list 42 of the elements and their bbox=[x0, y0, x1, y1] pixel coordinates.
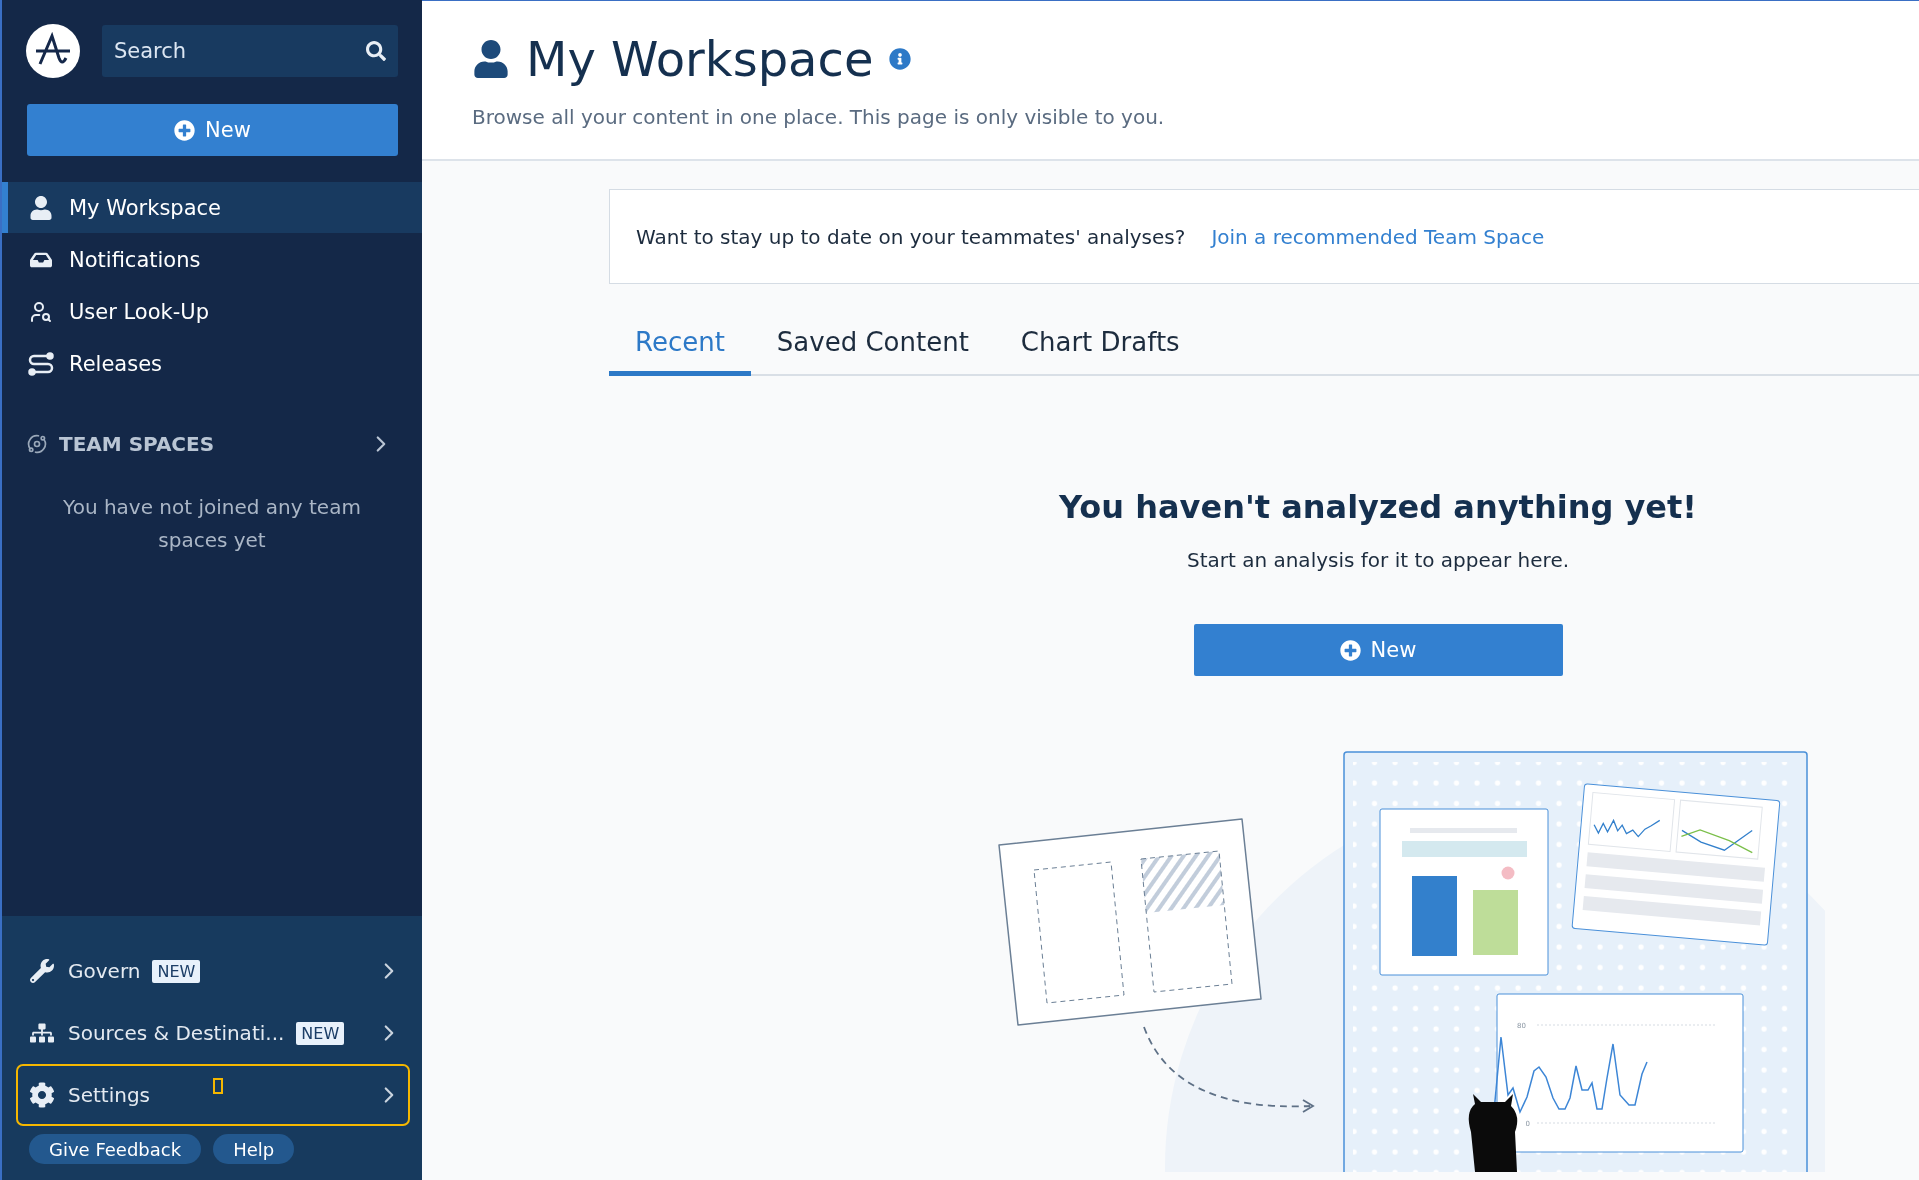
tab[interactable]: Saved Content bbox=[750, 327, 995, 376]
info-icon[interactable] bbox=[889, 48, 912, 70]
sidebar-item[interactable]: Govern NEW bbox=[16, 940, 410, 1002]
banner-link[interactable]: Join a recommended Team Space bbox=[1211, 224, 1545, 249]
route-icon bbox=[28, 351, 54, 376]
user-search-icon bbox=[29, 299, 53, 324]
footer-button[interactable]: Help bbox=[213, 1134, 295, 1164]
new-badge: NEW bbox=[296, 1021, 345, 1045]
section-title: TEAM SPACES bbox=[59, 432, 216, 456]
plus-icon bbox=[174, 119, 196, 141]
empty-text: Start an analysis for it to appear here. bbox=[1186, 548, 1570, 572]
item-label: Sources & Destinati... bbox=[68, 1021, 285, 1045]
sidebar-item[interactable]: Releases bbox=[2, 338, 422, 389]
banner-text: Want to stay up to date on your teammates' analyses? bbox=[636, 224, 1186, 249]
search-field[interactable]: Search bbox=[102, 25, 398, 77]
sitemap-icon bbox=[30, 1021, 54, 1045]
logo-icon[interactable] bbox=[26, 24, 80, 78]
team-spaces-icon bbox=[27, 434, 47, 454]
sidebar-item[interactable]: My Workspace bbox=[2, 182, 422, 233]
sidebar-item[interactable]: User Look-Up bbox=[2, 286, 422, 337]
page-subtitle: Browse all your content in one place. This page is only visible to you. bbox=[472, 105, 1166, 129]
sidebar-item[interactable]: Notifications bbox=[2, 234, 422, 285]
search-icon[interactable] bbox=[366, 41, 386, 61]
new-badge: NEW bbox=[152, 959, 201, 983]
footer-button[interactable]: Give Feedback bbox=[29, 1134, 202, 1164]
sidebar-item[interactable]: Settings bbox=[16, 1064, 410, 1126]
tab[interactable]: Chart Drafts bbox=[994, 327, 1206, 376]
wrench-icon bbox=[30, 959, 54, 983]
item-label: Settings bbox=[68, 1083, 151, 1107]
settings-icon bbox=[29, 1082, 55, 1108]
user-icon bbox=[472, 40, 510, 78]
new-button[interactable]: New bbox=[1193, 624, 1563, 676]
plus-icon bbox=[1339, 639, 1361, 661]
item-label: Govern bbox=[68, 959, 141, 983]
tab[interactable]: Recent bbox=[609, 327, 751, 376]
focus-marker bbox=[213, 1078, 223, 1094]
page-title: My Workspace bbox=[526, 31, 874, 87]
empty-message: You have not joined any team spaces yet bbox=[62, 494, 362, 554]
user-icon bbox=[29, 195, 53, 220]
empty-heading: You haven't analyzed anything yet! bbox=[1059, 488, 1697, 526]
sidebar-item[interactable]: Sources & Destinati... NEW bbox=[16, 1002, 410, 1064]
new-button[interactable]: New bbox=[27, 104, 398, 156]
